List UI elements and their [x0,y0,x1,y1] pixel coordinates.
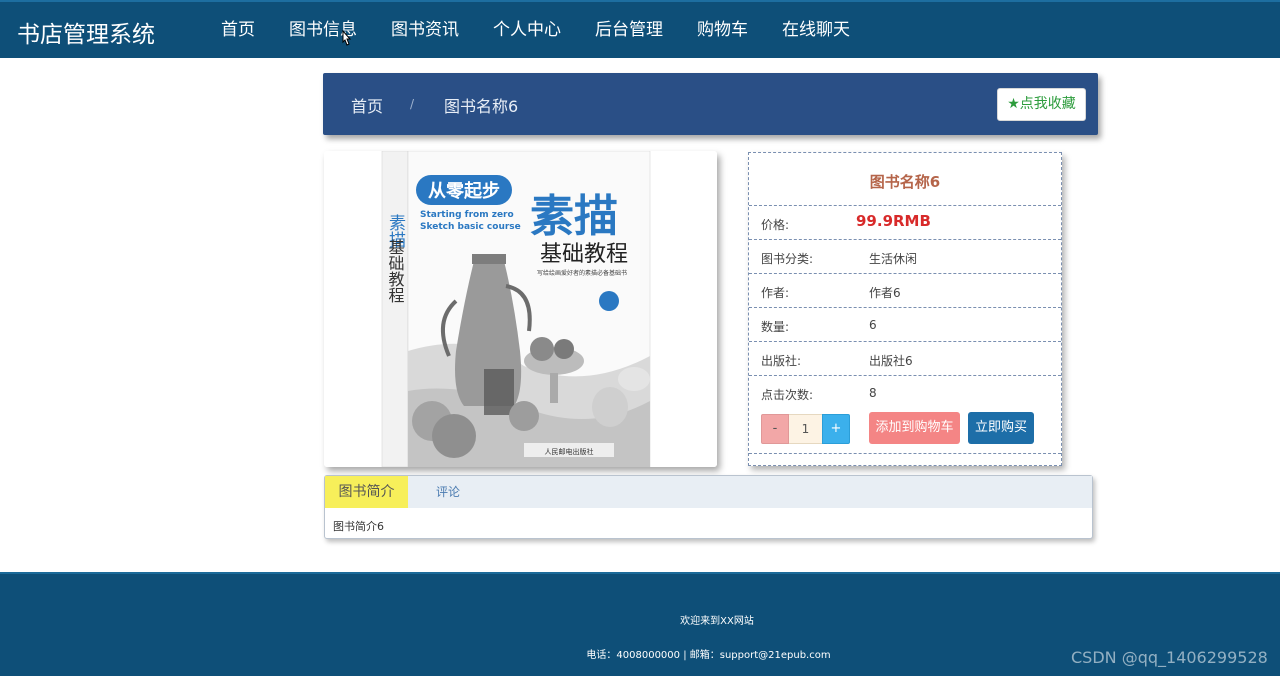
tab-content-text: 图书简介6 [333,520,384,533]
star-icon: ★ [1007,96,1020,112]
cover-spine-subtitle: 基础教程 [386,239,405,303]
quantity-increment-button[interactable]: + [822,414,850,444]
site-brand[interactable]: 书店管理系统 [17,15,155,49]
book-cover-image: 人民邮电出版社 从零起步 Starting from zero Sketch b… [324,151,717,467]
info-value: 作者6 [869,286,901,300]
footer-welcome: 欢迎来到XX网站 [680,616,754,627]
info-label: 数量: [761,320,790,334]
info-row-author: 作者: 作者6 [749,273,1061,307]
info-divider [749,453,1061,454]
buy-now-button[interactable]: 立即购买 [968,412,1034,444]
cover-english-line-2: Sketch basic course [420,222,521,232]
info-value: 生活休闲 [869,252,918,266]
nav-item-book-news[interactable]: 图书资讯 [374,2,476,58]
book-cover: 人民邮电出版社 从零起步 Starting from zero Sketch b… [324,151,717,467]
breadcrumb-home-link[interactable]: 首页 [351,93,383,117]
tab-comments[interactable]: 评论 [436,476,460,508]
tab-bar: 图书简介 评论 [325,476,1092,508]
add-to-cart-button[interactable]: 添加到购物车 [869,412,960,444]
main-nav: 首页 图书信息 图书资讯 个人中心 后台管理 购物车 在线聊天 [204,2,867,60]
quantity-decrement-button[interactable]: - [761,414,789,444]
watermark-text: CSDN @qq_1406299528 [1071,648,1268,667]
nav-item-book-info[interactable]: 图书信息 [272,2,374,60]
info-label: 出版社: [761,354,802,368]
cover-english-line-1: Starting from zero [420,210,514,220]
breadcrumb-separator: / [410,97,415,111]
cover-subtitle: 基础教程 [540,242,628,267]
price-value: 99.9RMB [856,212,931,230]
tab-introduction[interactable]: 图书简介 [325,476,408,508]
info-row-publisher: 出版社: 出版社6 [749,341,1061,375]
info-row-quantity: 数量: 6 [749,307,1061,341]
cover-title: 素描 [530,191,618,242]
info-row-category: 图书分类: 生活休闲 [749,239,1061,273]
info-label: 作者: [761,286,790,300]
info-value: 出版社6 [869,354,913,368]
cover-series: 从零起步 [428,180,500,202]
breadcrumb: 首页 / 图书名称6 ★点我收藏 [323,73,1098,135]
quantity-input[interactable]: 1 [789,414,822,444]
info-row-price: 价格: 99.9RMB [749,205,1061,239]
info-value: 6 [869,318,877,332]
purchase-actions: - 1 + 添加到购物车 立即购买 [749,407,1061,449]
mouse-cursor-icon [342,30,352,46]
info-label: 图书分类: [761,252,814,266]
info-label: 点击次数: [761,388,814,402]
nav-item-home[interactable]: 首页 [204,2,272,58]
nav-item-chat[interactable]: 在线聊天 [765,2,867,58]
breadcrumb-current: 图书名称6 [444,97,519,116]
detail-tabs: 图书简介 评论 图书简介6 [324,475,1093,539]
top-navbar: 书店管理系统 首页 图书信息 图书资讯 个人中心 后台管理 购物车 在线聊天 [0,0,1280,60]
cover-publisher: 人民邮电出版社 [545,447,594,456]
nav-item-admin[interactable]: 后台管理 [578,2,680,58]
page-footer: 欢迎来到XX网站 电话：4008000000 | 邮箱：support@21ep… [0,572,1280,676]
nav-item-cart[interactable]: 购物车 [680,2,765,58]
favorite-button-label: 点我收藏 [1019,96,1076,112]
cover-tagline: 写给绘画爱好者的素描必备基础书 [537,269,627,277]
info-value: 8 [869,386,877,400]
nav-item-profile[interactable]: 个人中心 [476,2,578,58]
book-title: 图书名称6 [869,173,941,191]
favorite-button[interactable]: ★点我收藏 [997,88,1086,121]
info-row-clicks: 点击次数: 8 [749,375,1061,409]
info-label: 价格: [761,218,790,232]
book-info-panel: 图书名称6 价格: 99.9RMB 图书分类: 生活休闲 作者: 作者6 数量:… [748,152,1062,466]
